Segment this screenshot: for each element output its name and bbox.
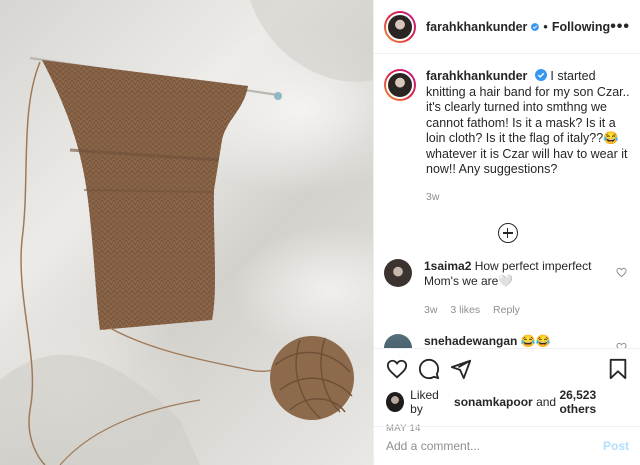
action-icons [386, 353, 629, 385]
comment-username[interactable]: 1saima2 [424, 259, 471, 273]
comment-text: 😂😂 [520, 334, 551, 348]
comment-icon[interactable] [418, 358, 440, 380]
comment-body: snehadewangan 😂😂 [424, 334, 614, 348]
caption-text: I started knitting a hair band for my so… [426, 69, 630, 176]
author-username[interactable]: farahkhankunder [426, 20, 527, 34]
comment-item: snehadewangan 😂😂 [374, 334, 640, 348]
verified-badge-icon [531, 22, 540, 31]
post-actions: Liked by sonamkapoor and 26,523 others M… [374, 348, 640, 434]
likes-and: and [536, 395, 557, 409]
commenter-avatar[interactable] [384, 259, 412, 287]
load-more-icon[interactable] [497, 223, 518, 243]
knitting-photo-illustration [0, 0, 373, 465]
caption-body: farahkhankunder I started knitting a hai… [426, 69, 631, 205]
comment-username[interactable]: snehadewangan [424, 334, 517, 348]
comment-meta: 3w 3 likes Reply [424, 303, 614, 318]
reply-button[interactable]: Reply [493, 304, 520, 316]
share-icon[interactable] [450, 358, 472, 380]
post-comment-button[interactable]: Post [603, 439, 629, 453]
header-separator: • [543, 19, 548, 34]
heart-icon[interactable] [386, 358, 408, 380]
comment-body: 1saima2 How perfect imperfect Mom's we a… [424, 259, 614, 318]
commenter-avatar[interactable] [384, 334, 412, 348]
comments-section[interactable]: farahkhankunder I started knitting a hai… [374, 55, 640, 348]
post-sidebar: farahkhankunder • Following ••• farahkha… [373, 0, 640, 465]
liker-avatar[interactable] [386, 392, 405, 412]
post-header: farahkhankunder • Following ••• [374, 0, 640, 54]
comment-age[interactable]: 3w [424, 304, 437, 316]
likes-count[interactable]: 26,523 others [559, 388, 629, 416]
liker-username[interactable]: sonamkapoor [454, 395, 533, 409]
caption-username[interactable]: farahkhankunder [426, 69, 527, 83]
following-button[interactable]: Following [552, 20, 610, 34]
add-comment-bar: Post [374, 426, 640, 465]
comment-likes[interactable]: 3 likes [450, 304, 480, 316]
comment-like-heart-icon[interactable] [616, 267, 627, 278]
more-options-icon[interactable]: ••• [610, 18, 630, 36]
comment-input[interactable] [386, 439, 603, 453]
author-avatar[interactable] [384, 10, 416, 43]
post-caption: farahkhankunder I started knitting a hai… [374, 55, 640, 205]
likes-prefix: Liked by [410, 388, 439, 416]
caption-avatar[interactable] [384, 69, 416, 101]
post-photo[interactable] [0, 0, 373, 465]
comment-item: 1saima2 How perfect imperfect Mom's we a… [374, 259, 640, 318]
post-modal: farahkhankunder • Following ••• farahkha… [0, 0, 640, 465]
likes-summary: Liked by sonamkapoor and 26,523 others [386, 388, 629, 416]
caption-age[interactable]: 3w [426, 190, 631, 206]
verified-badge-icon [534, 69, 547, 81]
bookmark-icon[interactable] [607, 358, 629, 380]
